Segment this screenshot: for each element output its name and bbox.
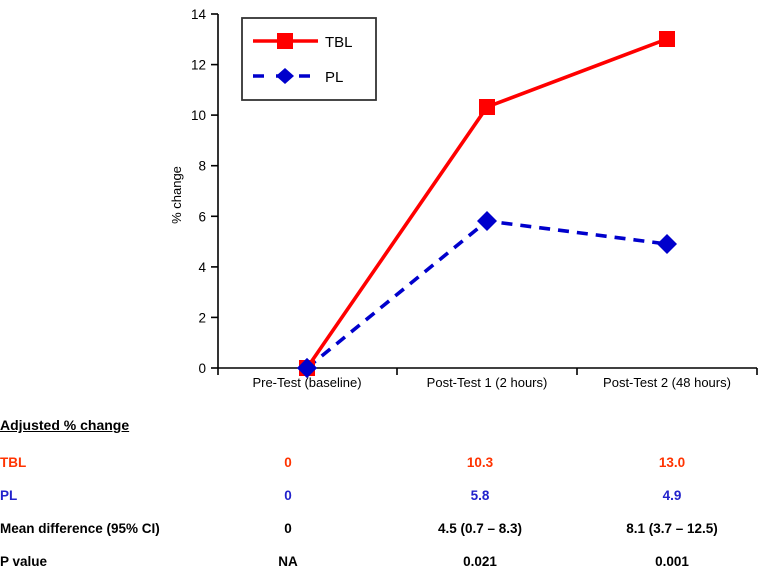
cell-pvalue-pretest: NA — [278, 554, 298, 569]
table-row-header: Adjusted % change — [0, 405, 768, 446]
table-row: PL 0 5.8 4.9 — [0, 479, 768, 512]
legend-label-pl: PL — [325, 69, 343, 86]
y-axis-ticks — [211, 13, 218, 369]
table-section-title: Adjusted % change — [0, 405, 768, 446]
y-tick-label: 14 — [191, 7, 207, 22]
legend-box — [241, 17, 377, 101]
row-label-mean-difference: Mean difference (95% CI) — [0, 521, 160, 536]
figure-container: 14 12 10 8 6 4 2 0 % change Pre-Test (ba… — [0, 0, 768, 573]
stats-table: Adjusted % change TBL 0 10.3 13.0 PL 0 5… — [0, 405, 768, 578]
cell-meandiff-posttest2: 8.1 (3.7 – 12.5) — [626, 521, 718, 536]
cell-tbl-posttest2: 13.0 — [658, 455, 686, 470]
y-tick-label: 4 — [198, 260, 206, 275]
table-row: Mean difference (95% CI) 0 4.5 (0.7 – 8.… — [0, 512, 768, 545]
cell-pvalue-posttest1: 0.021 — [463, 554, 497, 569]
chart-legend: TBL PL — [241, 17, 377, 101]
row-label-p-value: P value — [0, 554, 48, 569]
table-row: TBL 0 10.3 13.0 — [0, 446, 768, 479]
pl-marker-point-2 — [657, 234, 677, 254]
cell-tbl-pretest: 0 — [284, 455, 292, 470]
y-axis-tick-labels: 14 12 10 8 6 4 2 0 — [191, 7, 207, 376]
y-tick-label: 6 — [198, 209, 206, 224]
pl-line — [305, 219, 668, 370]
pl-marker-point-1 — [477, 211, 497, 231]
y-tick-label: 0 — [198, 361, 206, 376]
y-tick-label: 10 — [191, 108, 206, 123]
tbl-marker-point-2 — [659, 31, 675, 47]
cell-pl-posttest2: 4.9 — [662, 488, 682, 503]
tbl-marker-point-1 — [479, 99, 495, 115]
x-tick-label: Post-Test 1 (2 hours) — [427, 375, 548, 390]
cell-tbl-posttest1: 10.3 — [466, 455, 494, 470]
legend-tbl-marker — [277, 33, 293, 49]
cell-pl-pretest: 0 — [284, 488, 292, 503]
cell-pvalue-posttest2: 0.001 — [655, 554, 689, 569]
cell-meandiff-posttest1: 4.5 (0.7 – 8.3) — [437, 521, 523, 536]
y-tick-label: 2 — [198, 310, 206, 325]
section-title-text: Adjusted % change — [0, 417, 130, 433]
line-chart: 14 12 10 8 6 4 2 0 % change Pre-Test (ba… — [169, 7, 758, 390]
chart-area: 14 12 10 8 6 4 2 0 % change Pre-Test (ba… — [0, 0, 768, 405]
table-row: P value NA 0.021 0.001 — [0, 545, 768, 578]
x-axis-tick-labels: Pre-Test (baseline) Post-Test 1 (2 hours… — [252, 375, 731, 390]
y-tick-label: 12 — [191, 58, 206, 73]
row-label-tbl: TBL — [0, 455, 27, 470]
cell-meandiff-pretest: 0 — [284, 521, 292, 536]
y-tick-label: 8 — [198, 159, 206, 174]
cell-pl-posttest1: 5.8 — [470, 488, 490, 503]
y-axis-title: % change — [169, 166, 184, 224]
statistics-table: Adjusted % change TBL 0 10.3 13.0 PL 0 5… — [0, 405, 768, 573]
legend-label-tbl: TBL — [325, 34, 353, 51]
series-pl — [297, 211, 677, 378]
row-label-pl: PL — [0, 488, 18, 503]
x-tick-label: Post-Test 2 (48 hours) — [603, 375, 731, 390]
